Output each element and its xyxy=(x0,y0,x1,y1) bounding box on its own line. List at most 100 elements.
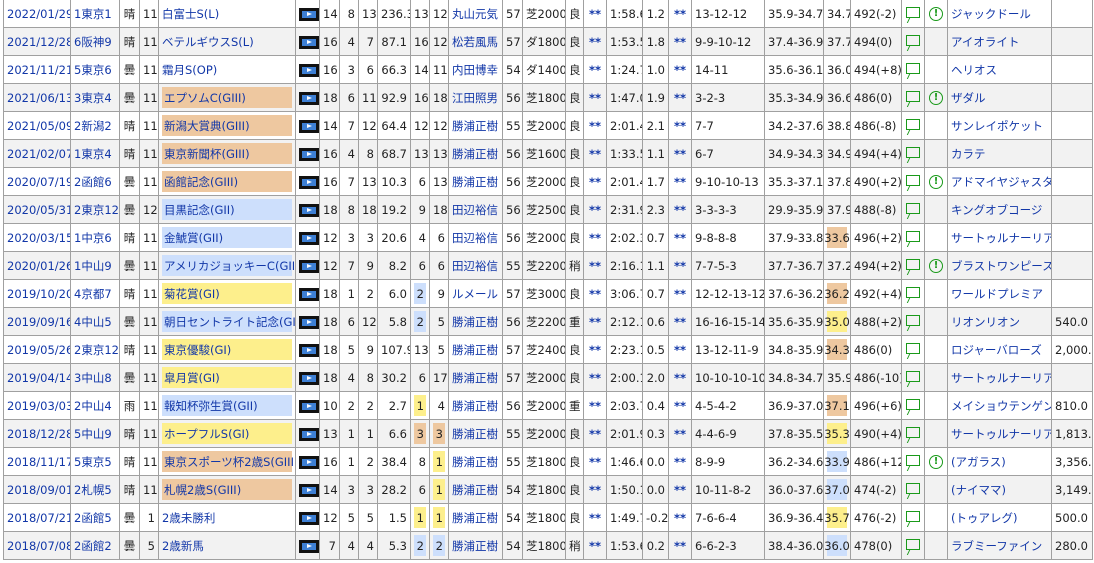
winner-link[interactable]: アドマイヤジャスタ xyxy=(951,175,1051,189)
comment-bubble-icon[interactable] xyxy=(906,174,920,186)
race-name-cell[interactable]: 函館記念(GIII) xyxy=(158,167,296,196)
winner-link[interactable]: ジャックドール xyxy=(951,7,1031,21)
memo-cell[interactable]: ! xyxy=(924,83,948,112)
jockey-cell[interactable]: 内田博幸 xyxy=(448,55,503,84)
race-name-cell[interactable]: 新潟大賞典(GIII) xyxy=(158,111,296,140)
winner-cell[interactable]: サートゥルナーリア xyxy=(947,419,1052,448)
comment-bubble-icon[interactable] xyxy=(906,230,920,242)
video-icon[interactable] xyxy=(299,287,319,301)
race-name-link[interactable]: 朝日セントライト記念(GII) xyxy=(164,314,295,330)
video-cell[interactable] xyxy=(295,363,320,392)
venue-cell[interactable]: 1中京6 xyxy=(70,223,120,252)
race-name-link[interactable]: 東京新聞杯(GIII) xyxy=(164,146,250,162)
race-date-cell[interactable]: 2018/07/08 xyxy=(3,531,71,560)
jockey-link[interactable]: 田辺裕信 xyxy=(452,203,498,217)
video-icon[interactable] xyxy=(299,511,319,525)
comment-cell[interactable] xyxy=(901,335,925,364)
venue-link[interactable]: 5中山9 xyxy=(74,427,112,441)
race-date-link[interactable]: 2020/05/31 xyxy=(7,203,70,217)
winner-cell[interactable]: ワールドプレミア xyxy=(947,279,1052,308)
winner-link[interactable]: ヘリオス xyxy=(951,63,997,77)
race-date-link[interactable]: 2020/07/19 xyxy=(7,175,70,189)
winner-link[interactable]: (ナイママ) xyxy=(951,483,1006,497)
venue-cell[interactable]: 4中山5 xyxy=(70,307,120,336)
winner-link[interactable]: リオンリオン xyxy=(951,315,1020,329)
jockey-cell[interactable]: 丸山元気 xyxy=(448,0,503,28)
race-date-link[interactable]: 2021/06/13 xyxy=(7,91,70,105)
comment-bubble-icon[interactable] xyxy=(906,482,920,494)
winner-cell[interactable]: ブラストワンピース xyxy=(947,251,1052,280)
venue-cell[interactable]: 2東京12 xyxy=(70,335,120,364)
race-name-link[interactable]: ホープフルS(GI) xyxy=(164,426,249,442)
comment-bubble-icon[interactable] xyxy=(906,118,920,130)
video-icon[interactable] xyxy=(299,203,319,217)
comment-bubble-icon[interactable] xyxy=(906,426,920,438)
race-date-cell[interactable]: 2022/01/29 xyxy=(3,0,71,28)
venue-cell[interactable]: 5中山9 xyxy=(70,419,120,448)
winner-link[interactable]: サンレイポケット xyxy=(951,119,1043,133)
race-name-cell[interactable]: 東京スポーツ杯2歳S(GIII) xyxy=(158,447,296,476)
jockey-link[interactable]: ルメール xyxy=(452,287,498,301)
venue-cell[interactable]: 2函館6 xyxy=(70,167,120,196)
video-cell[interactable] xyxy=(295,447,320,476)
jockey-cell[interactable]: 勝浦正樹 xyxy=(448,167,503,196)
race-date-cell[interactable]: 2018/09/01 xyxy=(3,475,71,504)
winner-link[interactable]: ワールドプレミア xyxy=(951,287,1043,301)
race-name-cell[interactable]: ホープフルS(GI) xyxy=(158,419,296,448)
race-name-link[interactable]: 2歳新馬 xyxy=(162,539,204,553)
video-icon[interactable] xyxy=(299,371,319,385)
jockey-cell[interactable]: 勝浦正樹 xyxy=(448,307,503,336)
race-date-cell[interactable]: 2021/12/28 xyxy=(3,27,71,56)
race-date-cell[interactable]: 2020/03/15 xyxy=(3,223,71,252)
race-date-link[interactable]: 2018/12/28 xyxy=(7,427,70,441)
race-date-link[interactable]: 2018/07/21 xyxy=(7,511,70,525)
venue-cell[interactable]: 1中山9 xyxy=(70,251,120,280)
race-date-link[interactable]: 2019/05/26 xyxy=(7,343,70,357)
video-icon[interactable] xyxy=(299,35,319,49)
video-icon[interactable] xyxy=(299,91,319,105)
winner-cell[interactable]: キングオブコージ xyxy=(947,195,1052,224)
video-cell[interactable] xyxy=(295,419,320,448)
winner-cell[interactable]: (ナイママ) xyxy=(947,475,1052,504)
jockey-link[interactable]: 勝浦正樹 xyxy=(452,175,498,189)
race-date-link[interactable]: 2018/09/01 xyxy=(7,483,70,497)
video-icon[interactable] xyxy=(299,7,319,21)
video-icon[interactable] xyxy=(299,231,319,245)
comment-cell[interactable] xyxy=(901,55,925,84)
comment-bubble-icon[interactable] xyxy=(906,398,920,410)
race-date-cell[interactable]: 2021/05/09 xyxy=(3,111,71,140)
race-date-link[interactable]: 2019/03/03 xyxy=(7,399,70,413)
race-date-link[interactable]: 2022/01/29 xyxy=(7,7,70,21)
comment-bubble-icon[interactable] xyxy=(906,202,920,214)
video-cell[interactable] xyxy=(295,139,320,168)
video-cell[interactable] xyxy=(295,0,320,28)
race-date-link[interactable]: 2021/05/09 xyxy=(7,119,70,133)
venue-cell[interactable]: 2中山4 xyxy=(70,391,120,420)
jockey-link[interactable]: 田辺裕信 xyxy=(452,259,498,273)
video-cell[interactable] xyxy=(295,391,320,420)
jockey-cell[interactable]: 勝浦正樹 xyxy=(448,335,503,364)
race-date-cell[interactable]: 2019/04/14 xyxy=(3,363,71,392)
venue-link[interactable]: 2函館6 xyxy=(74,175,112,189)
winner-link[interactable]: アイオライト xyxy=(951,35,1019,49)
comment-bubble-icon[interactable] xyxy=(906,90,920,102)
venue-link[interactable]: 1中京6 xyxy=(74,231,112,245)
memo-cell[interactable]: ! xyxy=(924,167,948,196)
video-icon[interactable] xyxy=(299,147,319,161)
jockey-link[interactable]: 勝浦正樹 xyxy=(452,539,498,553)
venue-cell[interactable]: 2新潟2 xyxy=(70,111,120,140)
race-name-cell[interactable]: ベテルギウスS(L) xyxy=(158,27,296,56)
memo-cell[interactable]: ! xyxy=(924,251,948,280)
video-cell[interactable] xyxy=(295,167,320,196)
venue-cell[interactable]: 2函館2 xyxy=(70,531,120,560)
video-icon[interactable] xyxy=(299,399,319,413)
jockey-link[interactable]: 丸山元気 xyxy=(452,7,498,21)
video-cell[interactable] xyxy=(295,83,320,112)
race-name-cell[interactable]: 霜月S(OP) xyxy=(158,55,296,84)
winner-cell[interactable]: アドマイヤジャスタ xyxy=(947,167,1052,196)
comment-bubble-icon[interactable] xyxy=(906,258,920,270)
race-name-link[interactable]: 函館記念(GIII) xyxy=(164,174,238,190)
race-name-link[interactable]: 2歳未勝利 xyxy=(162,511,215,525)
race-name-cell[interactable]: 菊花賞(GI) xyxy=(158,279,296,308)
comment-cell[interactable] xyxy=(901,419,925,448)
